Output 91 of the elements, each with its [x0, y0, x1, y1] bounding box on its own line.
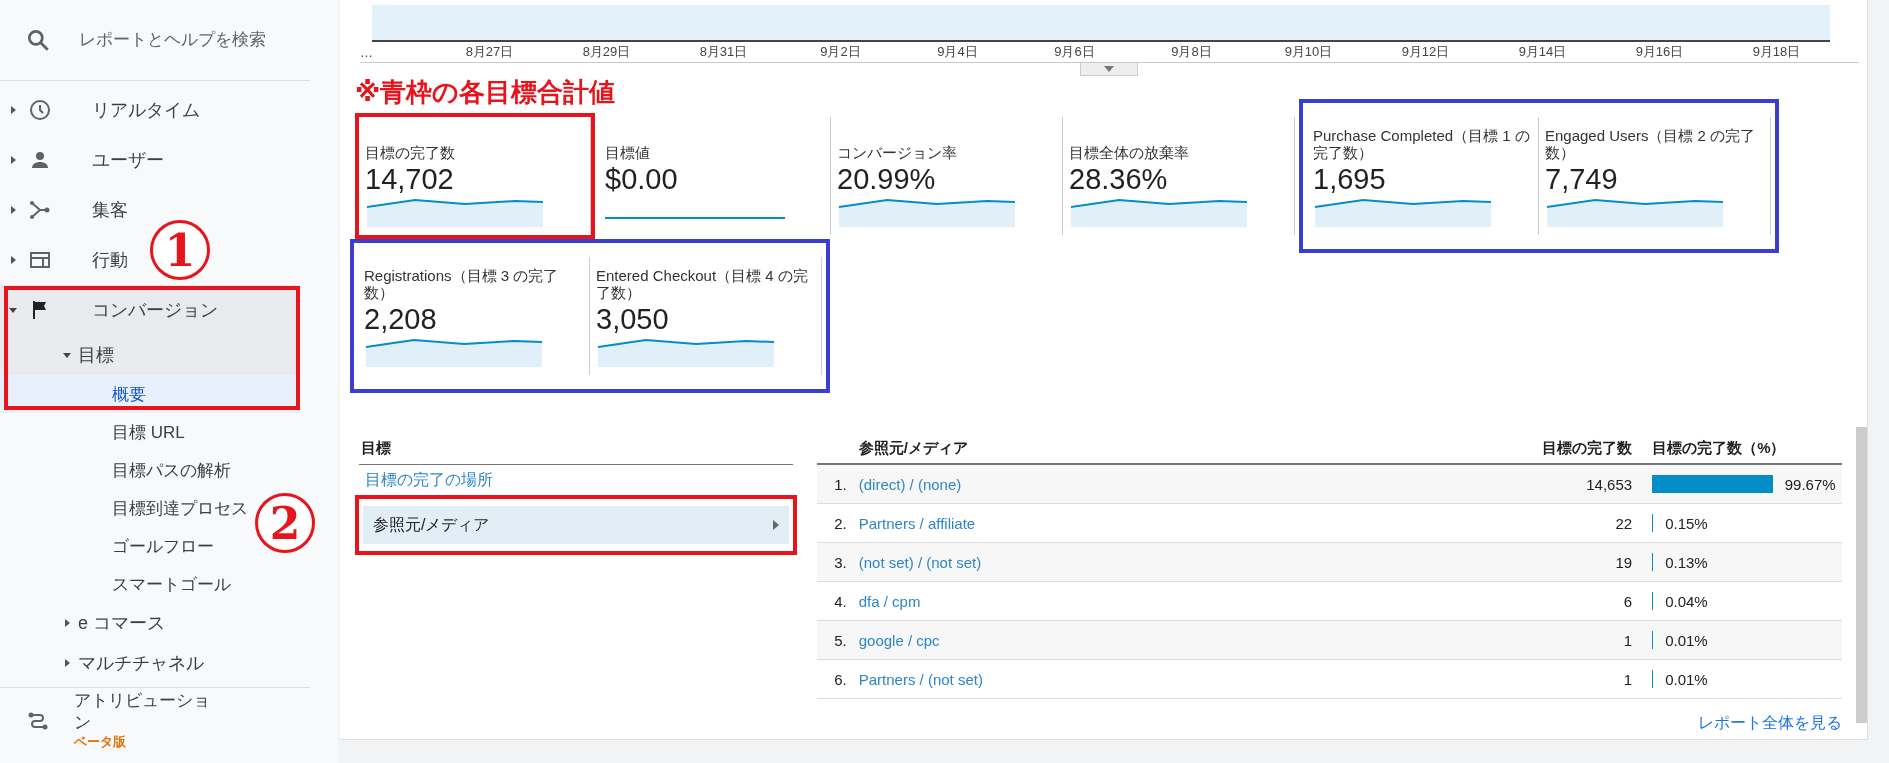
- metric-value: 2,208: [364, 302, 438, 337]
- nav-item[interactable]: 目標 URL: [0, 413, 185, 451]
- metric-value: 1,695: [1313, 162, 1387, 197]
- nav-item[interactable]: 目標到達プロセス: [0, 489, 248, 527]
- table-cell: 0.13%: [1665, 553, 1708, 571]
- table-cell-text: 14,653: [1585, 475, 1633, 493]
- metric-label: Engaged Users（目標 2 の完了数）: [1545, 126, 1757, 161]
- row-number: 3.: [833, 553, 848, 571]
- column-header: 目標の完了数（%）: [1651, 438, 1787, 458]
- nav-item[interactable]: e コマース: [0, 603, 165, 643]
- metric-label: 目標全体の放棄率: [1069, 142, 1190, 161]
- axis-label: 9月6日: [1053, 43, 1096, 61]
- axis-label: 9月18日: [1751, 43, 1802, 61]
- nav-item[interactable]: 行動: [0, 235, 128, 285]
- axis-label: 9月12日: [1400, 43, 1451, 61]
- source-link[interactable]: Partners / affiliate: [858, 514, 976, 532]
- column-header: 目標の完了数: [1541, 438, 1633, 458]
- table-cell-text: 22: [1614, 514, 1633, 532]
- metric-value: 20.99%: [837, 162, 937, 197]
- axis-label: 9月4日: [936, 43, 979, 61]
- expand-tab[interactable]: [1080, 63, 1138, 76]
- caret-right-icon: [8, 155, 18, 165]
- axis-label: 8月29日: [581, 43, 632, 61]
- metric-label: 目標値: [605, 142, 651, 161]
- axis-label: 8月31日: [698, 43, 749, 61]
- metric-label: Entered Checkout（目標 4 の完了数）: [596, 266, 809, 301]
- caret-right-icon: [8, 205, 18, 215]
- table-cell-text: 1: [1622, 670, 1633, 688]
- scrollbar[interactable]: [1856, 427, 1867, 723]
- row-number: 4.: [833, 592, 848, 610]
- column-header: 目標: [359, 433, 793, 465]
- nav-item[interactable]: 集客: [0, 185, 128, 235]
- nav-item[interactable]: マルチチャネル: [0, 643, 204, 683]
- search-icon[interactable]: [25, 27, 51, 53]
- axis-label: 9月14日: [1517, 43, 1568, 61]
- metric-label: Registrations（目標 3 の完了数）: [364, 266, 560, 301]
- table-cell: 0.15%: [1665, 514, 1708, 532]
- axis-label: …: [360, 44, 374, 60]
- clock-icon: [28, 98, 52, 122]
- axis-label: 8月27日: [464, 43, 515, 61]
- table-cell-text: 6: [1622, 592, 1633, 610]
- search-field[interactable]: レポートとヘルプを検索: [79, 30, 309, 50]
- column-header: 参照元/メディア: [858, 438, 969, 458]
- nav-item[interactable]: アトリビューション: [74, 690, 214, 733]
- axis-label: 9月8日: [1170, 43, 1213, 61]
- metric-label: 目標の完了数: [365, 142, 456, 161]
- caret-right-icon: [8, 255, 18, 265]
- nav-item[interactable]: スマートゴール: [0, 565, 231, 603]
- source-link[interactable]: (direct) / (none): [858, 475, 962, 493]
- metric-label: Purchase Completed（目標 1 の完了数）: [1313, 126, 1530, 161]
- table-cell: 0.04%: [1665, 592, 1708, 610]
- dimension-item[interactable]: 参照元/メディア: [363, 506, 789, 544]
- caret-down-icon: [62, 350, 72, 360]
- axis-label: 9月10日: [1283, 43, 1334, 61]
- nav-item[interactable]: ゴールフロー: [0, 527, 214, 565]
- nav-item[interactable]: コンバージョン: [0, 285, 300, 335]
- axis-label: 9月2日: [819, 43, 862, 61]
- table-cell-text: 19: [1614, 553, 1633, 571]
- table-cell: 0.01%: [1665, 670, 1708, 688]
- beta-label: ベータ版: [74, 732, 127, 751]
- caret-down-icon: [8, 305, 18, 315]
- nav-item[interactable]: 目標パスの解析: [0, 451, 231, 489]
- axis-label: 9月16日: [1634, 43, 1685, 61]
- source-link[interactable]: google / cpc: [858, 631, 940, 649]
- metric-value: 14,702: [365, 162, 455, 197]
- dimension-link[interactable]: 目標の完了の場所: [355, 465, 797, 495]
- row-number: 6.: [833, 670, 848, 688]
- caret-right-icon: [62, 618, 72, 628]
- metric-value: 7,749: [1545, 162, 1619, 197]
- source-link[interactable]: dfa / cpm: [858, 592, 921, 610]
- annotation-text: ※青枠の各目標合計値: [355, 77, 617, 107]
- table-cell-text: 1: [1622, 631, 1633, 649]
- metric-value: $0.00: [605, 162, 679, 197]
- source-link[interactable]: Partners / (not set): [858, 670, 983, 688]
- table-cell: 0.01%: [1665, 631, 1708, 649]
- metric-label: コンバージョン率: [837, 142, 958, 161]
- metric-value: 28.36%: [1069, 162, 1169, 197]
- caret-down-icon: [1104, 66, 1114, 72]
- nav-item[interactable]: リアルタイム: [0, 85, 200, 135]
- caret-right-icon: [772, 520, 779, 530]
- caret-right-icon: [8, 105, 18, 115]
- row-number: 2.: [833, 514, 848, 532]
- fork-icon: [28, 198, 52, 222]
- row-number: 1.: [833, 475, 848, 493]
- nav-item[interactable]: ユーザー: [0, 135, 164, 185]
- metric-value: 3,050: [596, 302, 670, 337]
- table-cell: 99.67%: [1784, 475, 1836, 493]
- source-link[interactable]: (not set) / (not set): [858, 553, 982, 571]
- full-report-link[interactable]: レポート全体を見る: [816, 713, 1843, 734]
- caret-right-icon: [62, 658, 72, 668]
- row-number: 5.: [833, 631, 848, 649]
